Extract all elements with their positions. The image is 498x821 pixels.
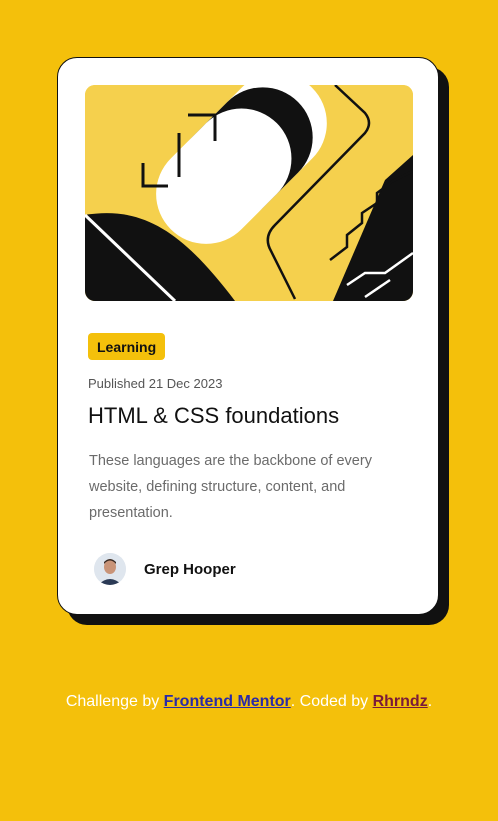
publish-date: Published 21 Dec 2023	[88, 376, 223, 391]
avatar	[94, 553, 126, 585]
card-title[interactable]: HTML & CSS foundations	[88, 403, 339, 429]
attribution-middle: . Coded by	[290, 693, 373, 710]
attribution: Challenge by Frontend Mentor. Coded by R…	[0, 693, 498, 711]
attribution-prefix: Challenge by	[65, 693, 164, 710]
card-description: These languages are the backbone of ever…	[89, 453, 372, 521]
frontend-mentor-link[interactable]: Frontend Mentor	[164, 693, 291, 710]
category-badge: Learning	[88, 333, 166, 360]
attribution-suffix: .	[427, 693, 433, 710]
blog-preview-card: Learning Published 21 Dec 2023 HTML & CS…	[57, 57, 439, 615]
coder-link[interactable]: Rhrndz	[373, 693, 428, 710]
author-name: Grep Hooper	[144, 560, 236, 578]
illustration-image	[85, 85, 413, 301]
author-row: Grep Hooper	[94, 553, 236, 585]
